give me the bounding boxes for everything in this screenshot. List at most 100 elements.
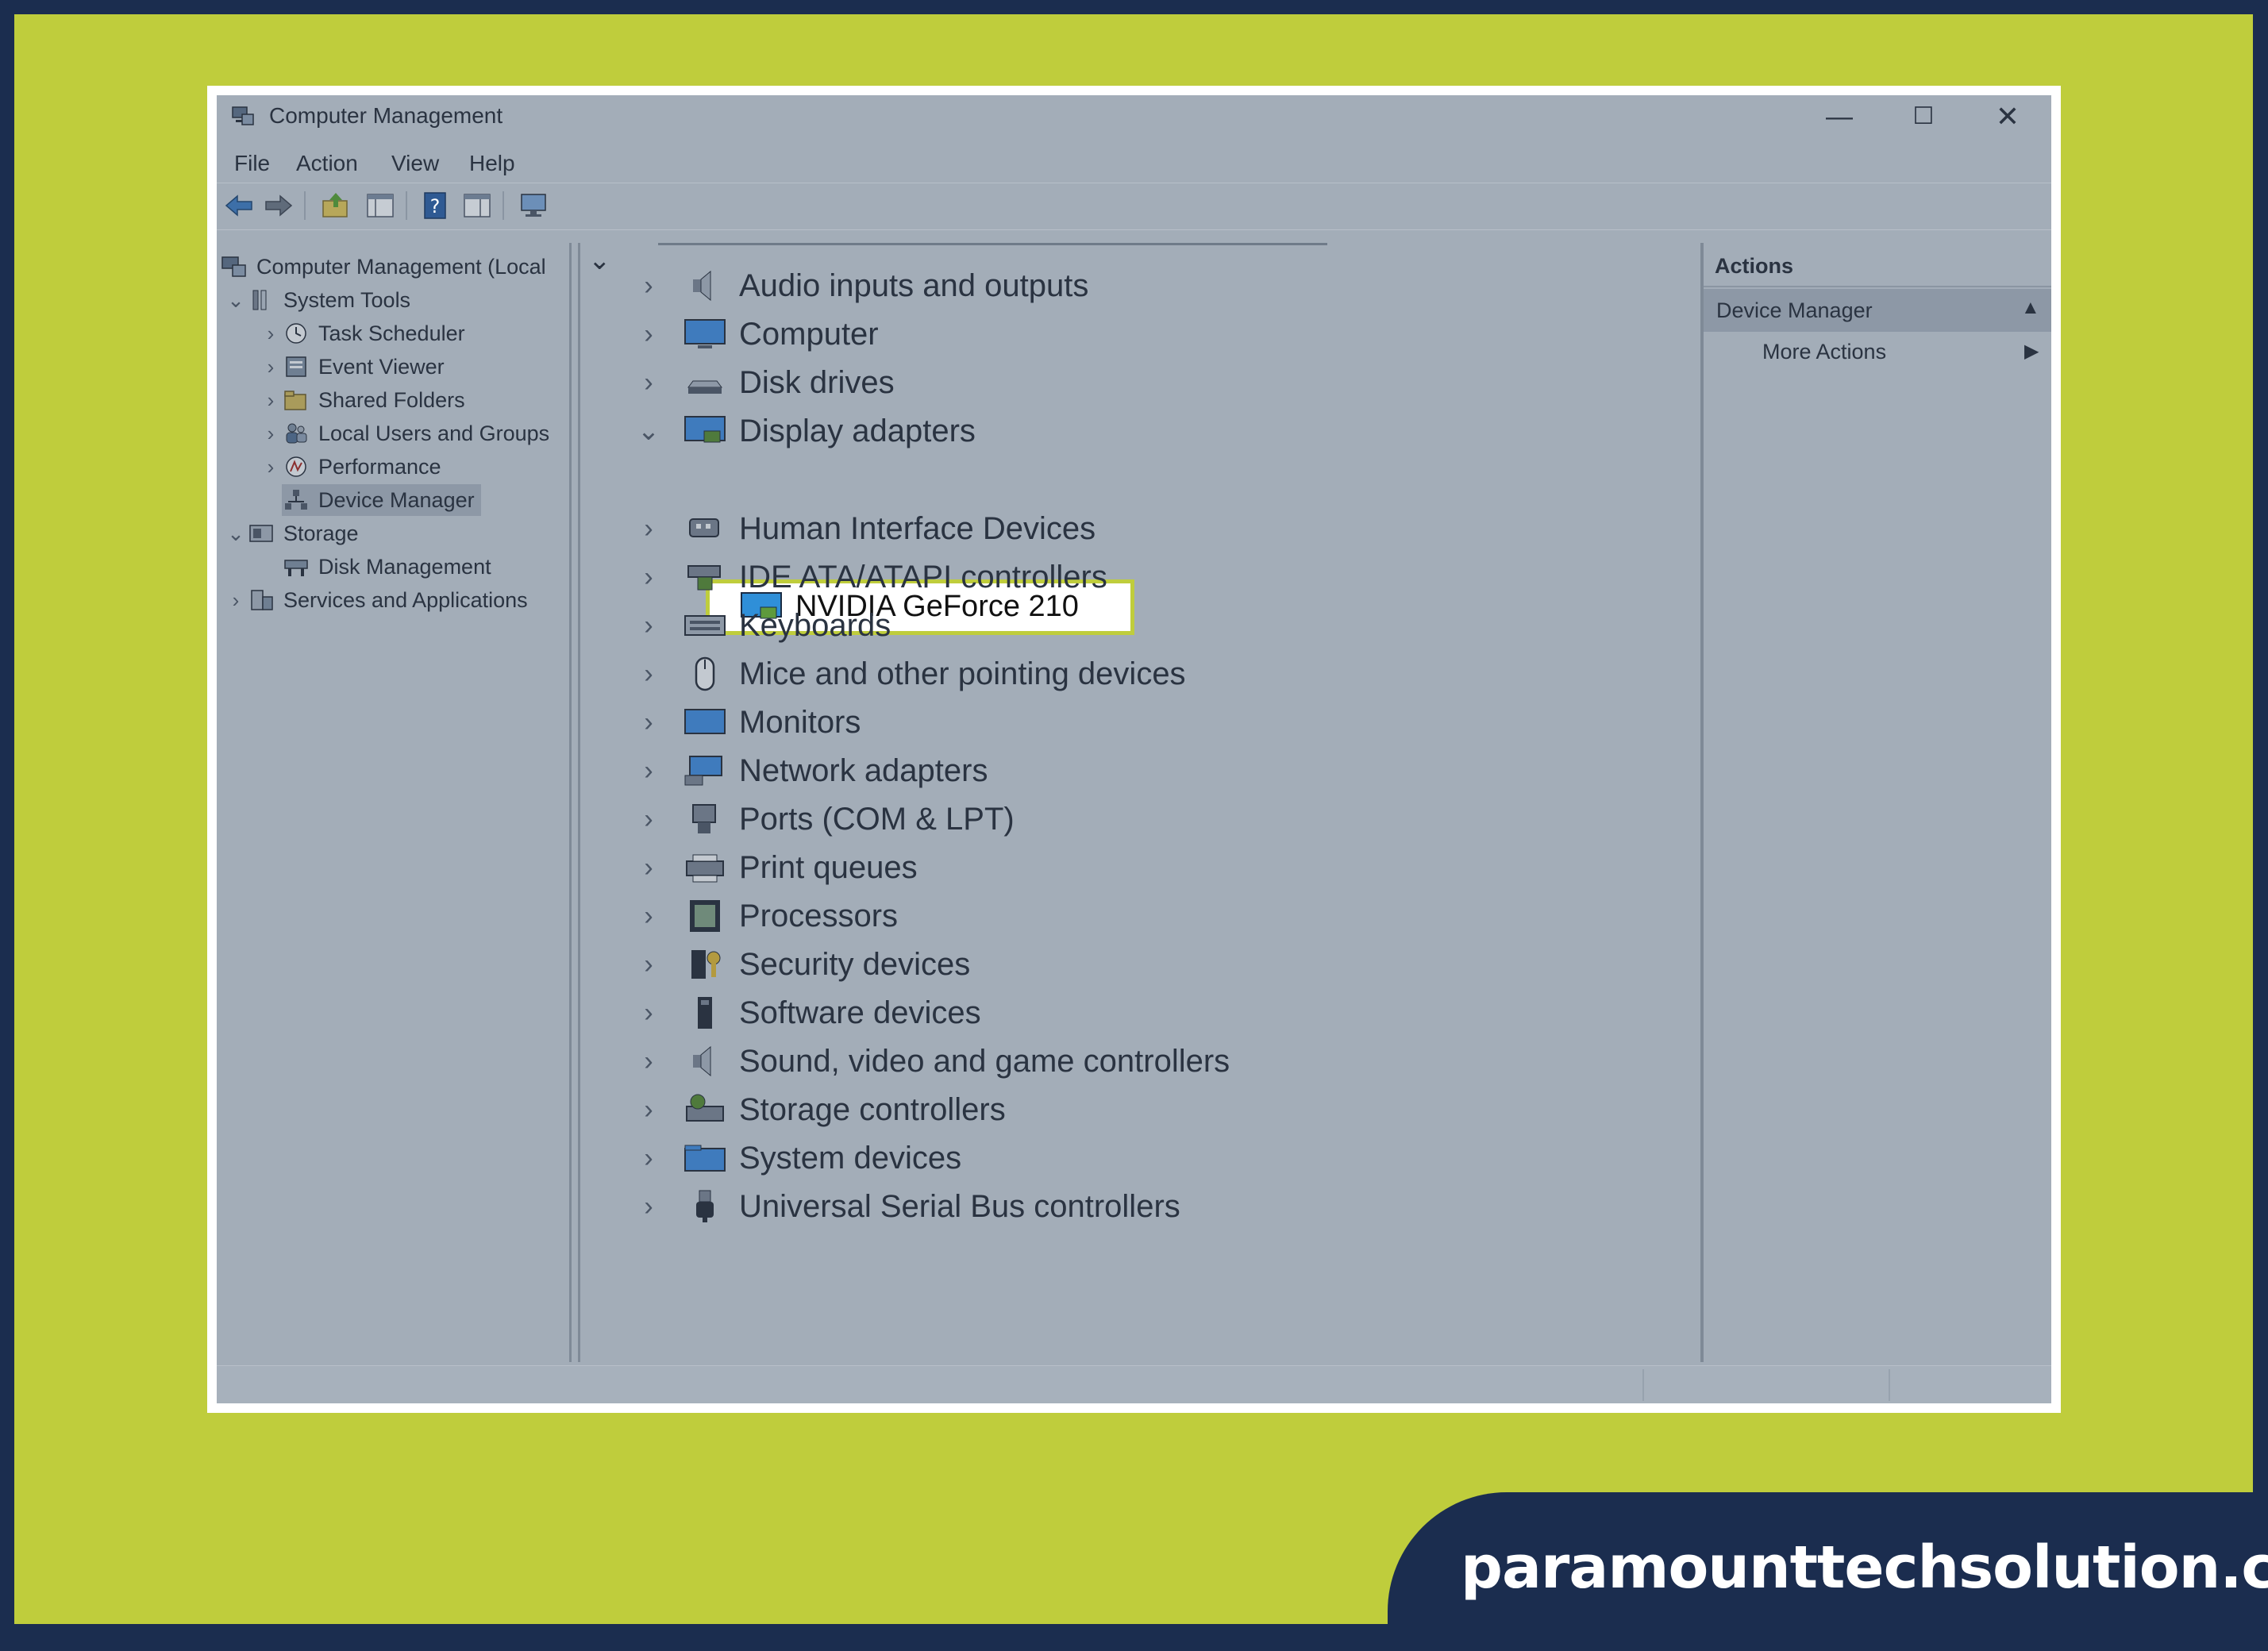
clock-icon: [286, 323, 306, 344]
menu-view[interactable]: View: [391, 151, 439, 176]
chevron-right-icon[interactable]: ›: [633, 707, 664, 738]
chevron-right-icon[interactable]: ›: [633, 1191, 664, 1222]
device-category-label: Sound, video and game controllers: [739, 1043, 1230, 1079]
tree-label: System Tools: [283, 287, 411, 312]
navigation-tree: Computer Management (Local ⌄ System Tool…: [217, 243, 572, 1362]
menu-bar: File Action View Help: [217, 144, 2051, 183]
event-viewer-icon: [286, 356, 306, 377]
system-folder-icon: [684, 1145, 726, 1172]
menu-help[interactable]: Help: [469, 151, 515, 176]
pane-divider[interactable]: [569, 243, 572, 1362]
tree-item-device-manager[interactable]: Device Manager: [282, 484, 481, 516]
device-category-label: Software devices: [739, 995, 981, 1030]
monitor-icon: [684, 319, 726, 348]
back-icon[interactable]: [223, 190, 255, 221]
tree-item-computer-management[interactable]: Computer Management (Local: [220, 251, 546, 283]
ide-controller-icon: [687, 565, 721, 591]
tree-item-storage[interactable]: ⌄ Storage: [225, 518, 359, 549]
chevron-right-icon[interactable]: ›: [633, 562, 664, 593]
properties-icon[interactable]: [461, 190, 493, 221]
toolbar-separator: [503, 191, 504, 220]
chevron-right-icon[interactable]: ›: [633, 804, 664, 835]
toolbar-separator: [304, 191, 306, 220]
device-category-label: Audio inputs and outputs: [739, 267, 1089, 303]
show-hide-tree-icon[interactable]: [364, 190, 396, 221]
chevron-right-icon[interactable]: ›: [633, 271, 664, 302]
device-category-label: Computer: [739, 316, 879, 352]
tree-item-services-and-applications[interactable]: › Services and Applications: [225, 584, 528, 616]
maximize-button[interactable]: ☐: [1888, 98, 1959, 135]
tree-item-performance[interactable]: › Performance: [260, 451, 441, 483]
computer-icon[interactable]: [518, 190, 550, 221]
device-category-label: Human Interface Devices: [739, 510, 1096, 546]
performance-icon: [286, 456, 306, 477]
chevron-right-icon[interactable]: ›: [633, 368, 664, 398]
tree-item-event-viewer[interactable]: › Event Viewer: [260, 351, 445, 383]
chevron-right-icon[interactable]: ›: [633, 949, 664, 980]
tree-label: Disk Management: [318, 554, 491, 579]
brand-website: paramounttechsolution.com: [1461, 1534, 2268, 1602]
tree-label: Services and Applications: [283, 587, 528, 612]
chevron-right-icon[interactable]: ›: [633, 901, 664, 932]
tree-label: Computer Management (Local: [256, 254, 546, 279]
display-adapter-icon: [684, 416, 726, 443]
chevron-down-icon[interactable]: ⌄: [633, 415, 664, 447]
status-separator: [1642, 1369, 1644, 1401]
tree-label: Device Manager: [318, 487, 475, 512]
computer-management-window: Computer Management — ☐ ✕ File Action Vi…: [217, 95, 2051, 1403]
device-category-label: Disk drives: [739, 364, 895, 400]
up-folder-icon[interactable]: [320, 190, 352, 221]
chevron-right-icon[interactable]: ›: [260, 455, 282, 479]
chevron-right-icon[interactable]: ›: [633, 756, 664, 787]
chevron-right-icon[interactable]: ›: [633, 998, 664, 1029]
menu-file[interactable]: File: [234, 151, 270, 176]
tools-icon: [252, 290, 267, 310]
hid-icon: [689, 518, 719, 537]
chevron-right-icon[interactable]: ›: [633, 514, 664, 545]
tree-item-disk-management[interactable]: Disk Management: [282, 551, 491, 583]
keyboard-icon: [684, 615, 726, 636]
chevron-right-icon[interactable]: ›: [633, 659, 664, 690]
minimize-button[interactable]: —: [1804, 98, 1875, 135]
network-icon: [684, 756, 722, 786]
tree-item-local-users-and-groups[interactable]: › Local Users and Groups: [260, 418, 550, 449]
device-list: ⌄ › Audio inputs and outputs › Computer …: [580, 243, 1693, 1362]
tree-item-system-tools[interactable]: ⌄ System Tools: [225, 284, 410, 316]
chevron-right-icon[interactable]: ›: [260, 355, 282, 379]
chevron-right-icon[interactable]: ›: [633, 1046, 664, 1077]
chevron-down-icon[interactable]: ⌄: [588, 244, 611, 276]
submenu-arrow-icon: ▶: [2024, 341, 2039, 362]
status-bar: [217, 1365, 2051, 1403]
status-separator: [1889, 1369, 1890, 1401]
usb-icon: [696, 1190, 714, 1222]
tree-label: Local Users and Groups: [318, 421, 550, 445]
tree-label: Performance: [318, 454, 441, 479]
chevron-right-icon[interactable]: ›: [633, 319, 664, 350]
actions-section-device-manager[interactable]: Device Manager ▲: [1704, 289, 2051, 332]
device-category-label: Display adapters: [739, 413, 976, 448]
chevron-right-icon[interactable]: ›: [225, 588, 247, 613]
chevron-right-icon[interactable]: ›: [633, 1095, 664, 1126]
help-icon[interactable]: ?: [420, 190, 452, 221]
more-actions-item[interactable]: More Actions ▶: [1704, 332, 2051, 373]
tree-item-shared-folders[interactable]: › Shared Folders: [260, 384, 465, 416]
tree-label: Storage: [283, 521, 359, 545]
chevron-right-icon[interactable]: ›: [633, 1143, 664, 1174]
tree-label: Task Scheduler: [318, 321, 465, 345]
actions-section-label: Device Manager: [1716, 298, 1873, 322]
toolbar-separator: [406, 191, 407, 220]
chevron-down-icon[interactable]: ⌄: [225, 288, 247, 313]
chevron-right-icon[interactable]: ›: [260, 388, 282, 413]
chevron-down-icon[interactable]: ⌄: [225, 521, 247, 546]
chevron-right-icon[interactable]: ›: [260, 421, 282, 446]
storage-controller-icon: [686, 1094, 724, 1122]
chevron-right-icon[interactable]: ›: [260, 321, 282, 346]
chevron-right-icon[interactable]: ›: [633, 610, 664, 641]
close-button[interactable]: ✕: [1972, 98, 2043, 135]
forward-icon[interactable]: [263, 190, 295, 221]
chevron-right-icon[interactable]: ›: [633, 852, 664, 883]
menu-action[interactable]: Action: [296, 151, 358, 176]
collapse-up-icon[interactable]: ▲: [2021, 297, 2040, 319]
device-category-label: Network adapters: [739, 752, 988, 788]
tree-item-task-scheduler[interactable]: › Task Scheduler: [260, 318, 465, 349]
